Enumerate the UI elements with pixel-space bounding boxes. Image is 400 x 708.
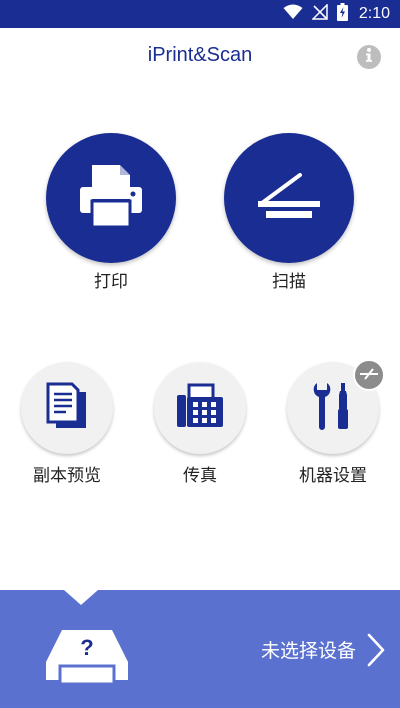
fax-icon — [175, 383, 225, 433]
disconnected-icon — [359, 366, 379, 385]
scan-button[interactable] — [224, 133, 354, 263]
fax-label: 传真 — [183, 466, 217, 486]
disconnected-badge — [353, 359, 385, 391]
info-icon — [362, 47, 376, 67]
status-time: 2:10 — [358, 5, 390, 22]
copy-preview-icon — [44, 382, 90, 434]
info-button[interactable] — [357, 45, 381, 69]
scan-label: 扫描 — [272, 272, 306, 292]
svg-text:?: ? — [80, 635, 93, 660]
tools-icon — [311, 381, 355, 435]
wifi-icon — [283, 4, 303, 24]
panel-notch — [64, 590, 98, 605]
print-label: 打印 — [94, 272, 128, 292]
copy-preview-label: 副本预览 — [33, 466, 101, 486]
copy-preview-button[interactable] — [21, 362, 113, 454]
printer-icon — [76, 161, 146, 235]
status-bar: 2:10 — [0, 0, 400, 28]
fax-button[interactable] — [154, 362, 246, 454]
battery-charging-icon — [336, 3, 348, 25]
status-icons: 2:10 — [283, 0, 390, 28]
device-status-text[interactable]: 未选择设备 — [261, 636, 356, 663]
print-button[interactable] — [46, 133, 176, 263]
scanner-icon — [254, 171, 324, 225]
unknown-printer-icon: ? — [44, 628, 130, 690]
no-signal-icon — [311, 3, 328, 24]
app-title: iPrint&Scan — [147, 44, 253, 66]
chevron-right-icon[interactable] — [366, 633, 386, 671]
machine-settings-label: 机器设置 — [299, 466, 367, 486]
